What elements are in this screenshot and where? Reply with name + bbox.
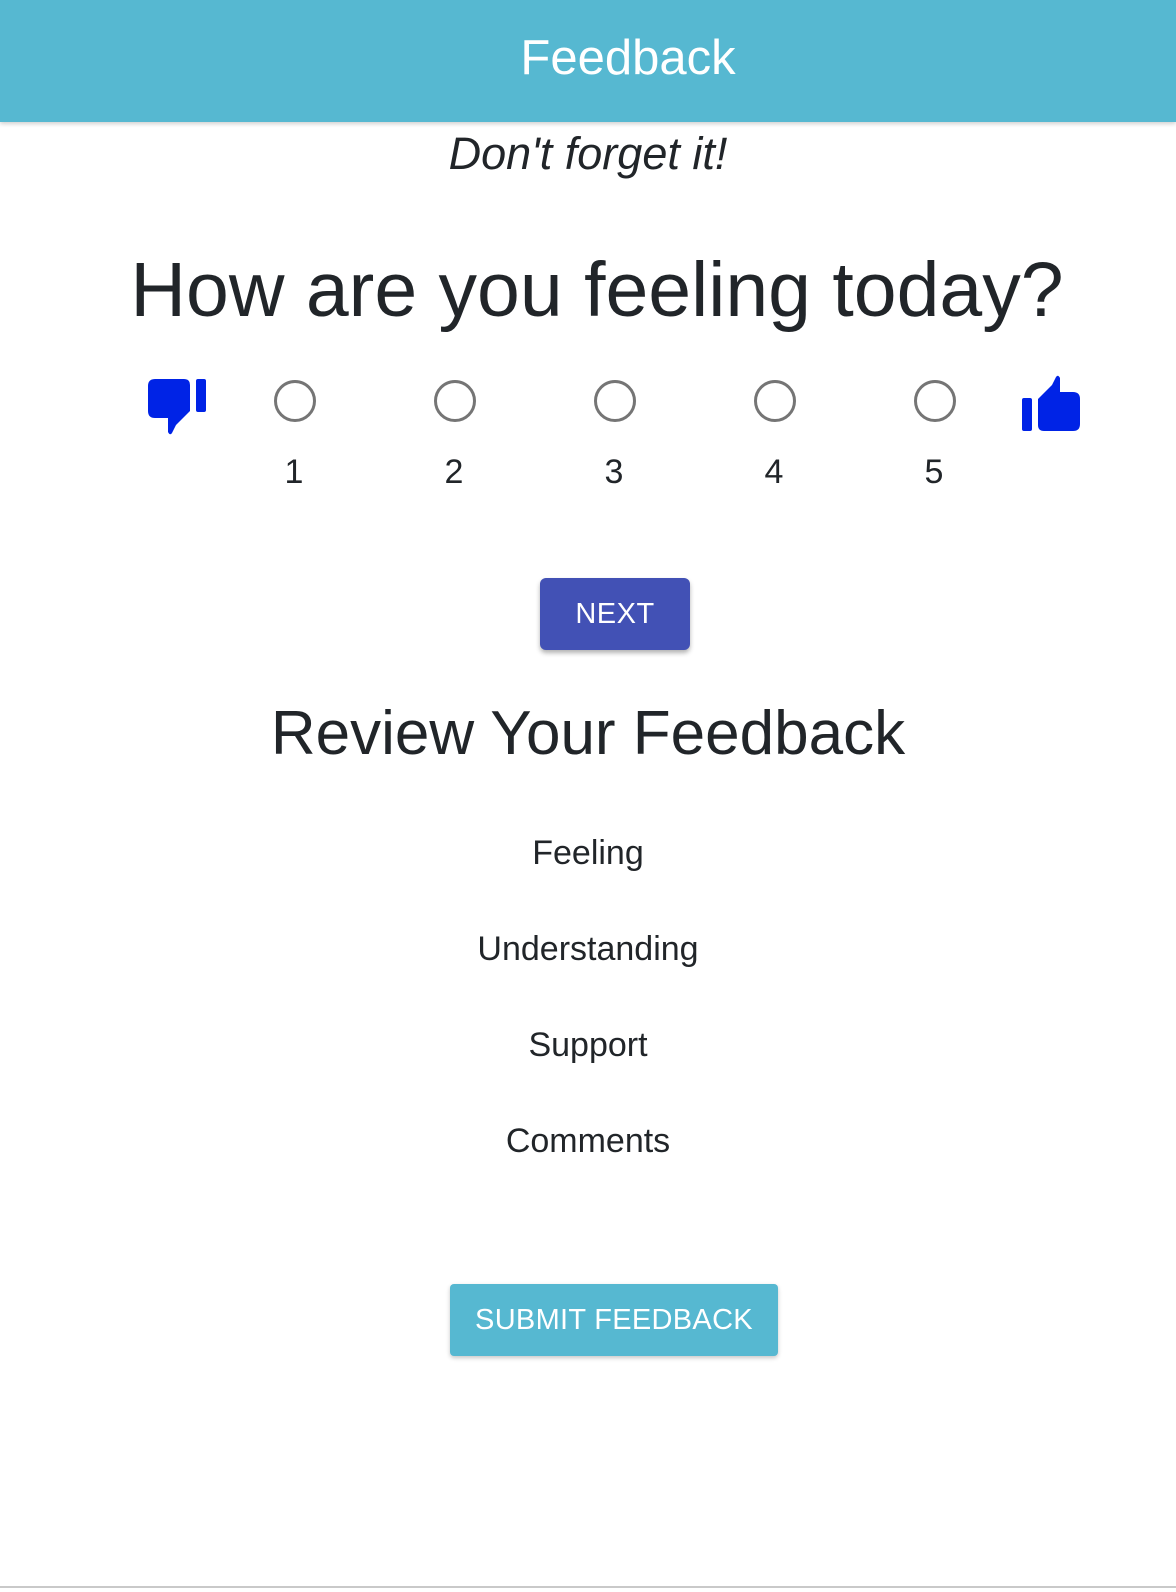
- review-heading: Review Your Feedback: [270, 699, 906, 768]
- submit-feedback-button[interactable]: SUBMIT FEEDBACK: [450, 1284, 778, 1356]
- question-heading: How are you feeling today?: [130, 247, 1064, 333]
- tagline: Don't forget it!: [448, 128, 728, 179]
- thumbs-down-icon: [146, 374, 210, 438]
- rating-label-3: 3: [604, 453, 624, 491]
- rating-option-3[interactable]: 3: [574, 380, 654, 510]
- bottom-divider: [0, 1586, 1176, 1588]
- rating-option-4[interactable]: 4: [734, 380, 814, 510]
- review-item-comments: Comments: [505, 1122, 671, 1160]
- rating-label-4: 4: [764, 453, 784, 491]
- rating-option-1[interactable]: 1: [254, 380, 334, 510]
- rating-option-5[interactable]: 5: [894, 380, 974, 510]
- rating-radio-5[interactable]: [914, 380, 956, 422]
- review-item-understanding: Understanding: [477, 930, 699, 968]
- rating-radio-4[interactable]: [754, 380, 796, 422]
- app-title: Feedback: [520, 31, 736, 85]
- rating-radio-1[interactable]: [274, 380, 316, 422]
- rating-radio-3[interactable]: [594, 380, 636, 422]
- rating-radio-2[interactable]: [434, 380, 476, 422]
- app-header: Feedback: [0, 0, 1176, 122]
- rating-label-2: 2: [444, 453, 464, 491]
- review-item-support: Support: [528, 1026, 648, 1064]
- thumbs-up-icon: [1018, 372, 1082, 436]
- next-button[interactable]: NEXT: [540, 578, 690, 650]
- rating-label-5: 5: [924, 453, 944, 491]
- rating-option-2[interactable]: 2: [414, 380, 494, 510]
- review-item-feeling: Feeling: [532, 834, 644, 872]
- rating-label-1: 1: [284, 453, 304, 491]
